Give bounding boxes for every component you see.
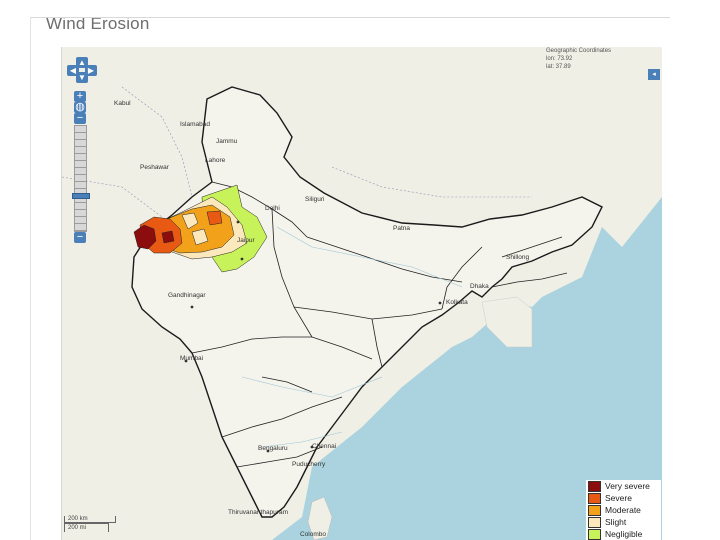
place-label-patna: Patna xyxy=(393,225,410,232)
place-label-lahore: Lahore xyxy=(205,157,226,164)
legend-label: Moderate xyxy=(605,505,641,515)
place-label-peshawar: Peshawar xyxy=(140,164,169,171)
coordinates-lat: lat: 37.89 xyxy=(546,64,571,70)
legend-item: Very severe xyxy=(586,480,661,492)
place-label-shillong: Shillong xyxy=(506,254,530,261)
place-label-jaipur: Jaipur xyxy=(237,237,255,244)
legend-label: Negligible xyxy=(605,529,643,539)
scale-mi: 200 mi xyxy=(64,523,109,532)
pan-down-button[interactable]: ▼ xyxy=(76,72,88,83)
left-divider xyxy=(30,17,31,540)
place-label-mumbai: Mumbai xyxy=(180,355,204,362)
legend-item: Severe xyxy=(586,492,661,504)
place-label-colombo: Colombo xyxy=(300,531,327,538)
place-label-puducherry: Puducherry xyxy=(292,461,326,468)
legend-label: Very severe xyxy=(605,481,650,491)
zoom-bar[interactable] xyxy=(74,125,87,232)
place-label-kabul: Kabul xyxy=(114,100,131,107)
place-label-bengaluru: Bengaluru xyxy=(258,445,288,452)
place-label-jammu: Jammu xyxy=(216,138,238,145)
map-canvas[interactable] xyxy=(61,47,662,540)
legend-label: Slight xyxy=(605,517,627,527)
place-label-chennai: Chennai xyxy=(312,443,337,450)
legend: Very severe Severe Moderate Slight Negli… xyxy=(586,480,661,540)
legend-item: Slight xyxy=(586,516,661,528)
legend-swatch xyxy=(588,528,601,540)
place-label-delhi: Delhi xyxy=(265,205,280,212)
legend-item: Moderate xyxy=(586,504,661,516)
title-divider xyxy=(30,17,670,18)
scale-km: 200 km xyxy=(64,516,116,523)
legend-label: Severe xyxy=(605,493,632,503)
zoom-out-button[interactable]: − xyxy=(74,113,86,124)
place-label-thiruvananthapuram: Thiruvananthapuram xyxy=(228,509,288,516)
coordinates-heading: Geographic Coordinates xyxy=(546,48,612,54)
place-label-siliguri: Siliguri xyxy=(305,196,325,203)
legend-swatch xyxy=(588,516,601,528)
zoom-slider-handle[interactable] xyxy=(72,193,90,199)
scale-bar: 200 km 200 mi xyxy=(64,516,116,532)
layer-switcher-button[interactable]: ◂ xyxy=(648,69,660,80)
legend-swatch xyxy=(588,492,601,504)
legend-swatch xyxy=(588,504,601,516)
place-label-dhaka: Dhaka xyxy=(470,283,489,290)
coordinates-lon: lon: 73.92 xyxy=(546,56,573,62)
place-label-islamabad: Islamabad xyxy=(180,121,210,128)
place-label-kolkata: Kolkata xyxy=(446,299,468,306)
bangladesh-area xyxy=(481,296,533,348)
coordinates-readout: Geographic Coordinates lon: 73.92 lat: 3… xyxy=(546,47,611,71)
legend-item: Negligible xyxy=(586,528,661,540)
place-label-gandhinagar: Gandhinagar xyxy=(168,292,206,299)
pan-control: ▲ ◀ ▶ ▼ xyxy=(67,57,97,83)
map-svg xyxy=(62,47,662,540)
zoom-out-bottom-button[interactable]: − xyxy=(74,232,86,243)
legend-swatch xyxy=(588,480,601,492)
